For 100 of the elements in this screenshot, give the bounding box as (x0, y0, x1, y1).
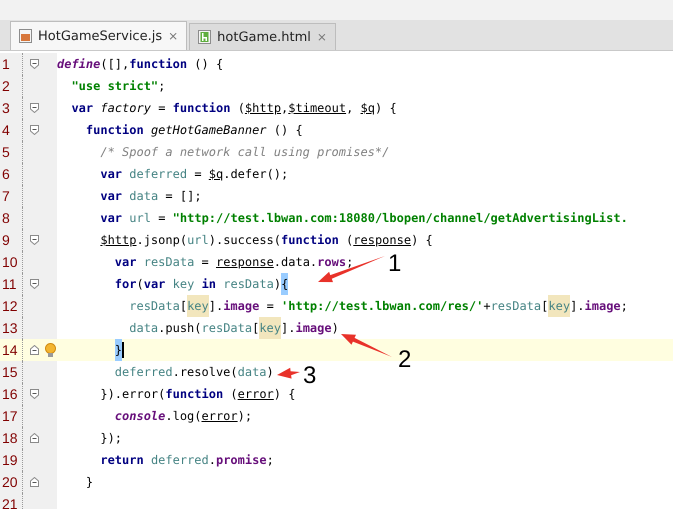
file-tab[interactable]: HotGameService.js × (10, 21, 188, 50)
code-token: key (172, 276, 194, 293)
fold-marker-icon (30, 345, 38, 355)
code-token: function (129, 56, 188, 73)
code-token: data (129, 320, 158, 337)
code-token: response (216, 254, 274, 271)
code-token: ]. (208, 298, 224, 315)
code-token: resData (223, 276, 274, 293)
code-token: .jsonp( (136, 232, 188, 249)
code-token: = (158, 100, 166, 117)
code-token: url (129, 210, 151, 227)
fold-marker-icon (30, 103, 38, 113)
code-token: ( (230, 386, 238, 403)
code-token: key (548, 295, 570, 317)
code-token: ( (238, 100, 245, 117)
code-token: [ (252, 320, 260, 337)
code-token: resData (129, 298, 180, 315)
code-token: = []; (165, 188, 202, 205)
fold-marker-icon (30, 433, 38, 443)
code-token: .resolve( (172, 364, 238, 381)
html-file-icon (198, 30, 212, 44)
code-token: [ (541, 298, 548, 315)
script-file-icon (19, 29, 32, 43)
code-token: image (295, 320, 332, 337)
code-token: = (202, 254, 209, 271)
code-token: ) (266, 364, 274, 381)
code-token: deferred (114, 364, 173, 381)
code-token: resData (202, 320, 252, 337)
code-token: .defer(); (223, 166, 288, 183)
code-token: .data. (274, 254, 318, 271)
annotation-number: 1 (388, 252, 402, 276)
code-token: = (194, 166, 202, 183)
code-token: ; (346, 254, 354, 271)
fold-marker-icon (30, 59, 38, 69)
code-token: response (353, 232, 412, 249)
code-token: + (483, 298, 491, 315)
code-token: 'http://test.lbwan.com/res/' (281, 298, 484, 315)
code-token: data (129, 188, 158, 205)
code-token: resData (144, 254, 194, 271)
code-token: , (346, 100, 354, 117)
fold-marker-icon (30, 125, 38, 135)
code-token: ]. (570, 298, 585, 315)
code-token: $q (360, 100, 375, 117)
code-token: deferred (129, 166, 188, 183)
code-token: ; (620, 298, 628, 315)
fold-marker-icon (30, 389, 38, 399)
code-token: key (259, 317, 282, 339)
code-token: function (86, 122, 144, 139)
code-token: url (187, 232, 209, 249)
code-token: in (202, 276, 216, 293)
close-icon[interactable]: × (168, 29, 178, 43)
code-token: factory (100, 100, 151, 117)
code-token: ; (158, 78, 166, 95)
code-token: error (202, 408, 238, 425)
code-token: var (100, 210, 122, 227)
code-token: error (238, 386, 274, 403)
code-token: promise (216, 452, 267, 469)
code-token: . (208, 452, 216, 469)
code-token: deferred (150, 452, 209, 469)
code-token: } (86, 474, 94, 491)
code-token: ) { (375, 100, 397, 117)
code-token: getHotGameBanner (150, 122, 267, 139)
code-comment: /* Spoof a network call using promises*/ (100, 144, 390, 161)
code-token: define (57, 56, 100, 73)
code-token: var (114, 254, 136, 271)
code-token: function (172, 100, 230, 117)
code-token: for (114, 276, 136, 293)
code-token: = (266, 298, 274, 315)
file-tab[interactable]: hotGame.html × (189, 23, 336, 50)
fold-marker-icon (30, 477, 38, 487)
code-token: image (584, 298, 621, 315)
code-token: function (281, 232, 339, 249)
code-token: ); (238, 408, 252, 425)
code-token: $http (244, 100, 282, 117)
code-token: $timeout (288, 100, 346, 117)
code-token: var (144, 276, 166, 293)
code-token: $http (100, 232, 136, 249)
code-token: ( (136, 276, 144, 293)
tab-label: hotGame.html (217, 30, 311, 44)
code-token: ( (346, 232, 354, 249)
code-token: var (100, 166, 122, 183)
code-token: ) (274, 276, 282, 293)
code-token: { (281, 273, 288, 295)
code-token: [ (180, 298, 188, 315)
code-token: = (158, 210, 166, 227)
code-token: ) (332, 320, 339, 337)
fold-marker-icon (30, 235, 38, 245)
fold-marker-icon (30, 279, 38, 289)
annotation-number: 2 (398, 348, 412, 372)
code-token: "use strict" (71, 78, 158, 95)
code-token: ]. (281, 320, 296, 337)
code-token: } (114, 339, 122, 361)
code-token: var (100, 188, 122, 205)
code-token: data (238, 364, 267, 381)
code-token: function (165, 386, 224, 403)
code-token: }); (100, 430, 122, 447)
code-token: ) { (411, 232, 433, 249)
code-token: $q (208, 166, 224, 183)
code-token: resData (490, 298, 542, 315)
code-token: ) { (274, 386, 296, 403)
